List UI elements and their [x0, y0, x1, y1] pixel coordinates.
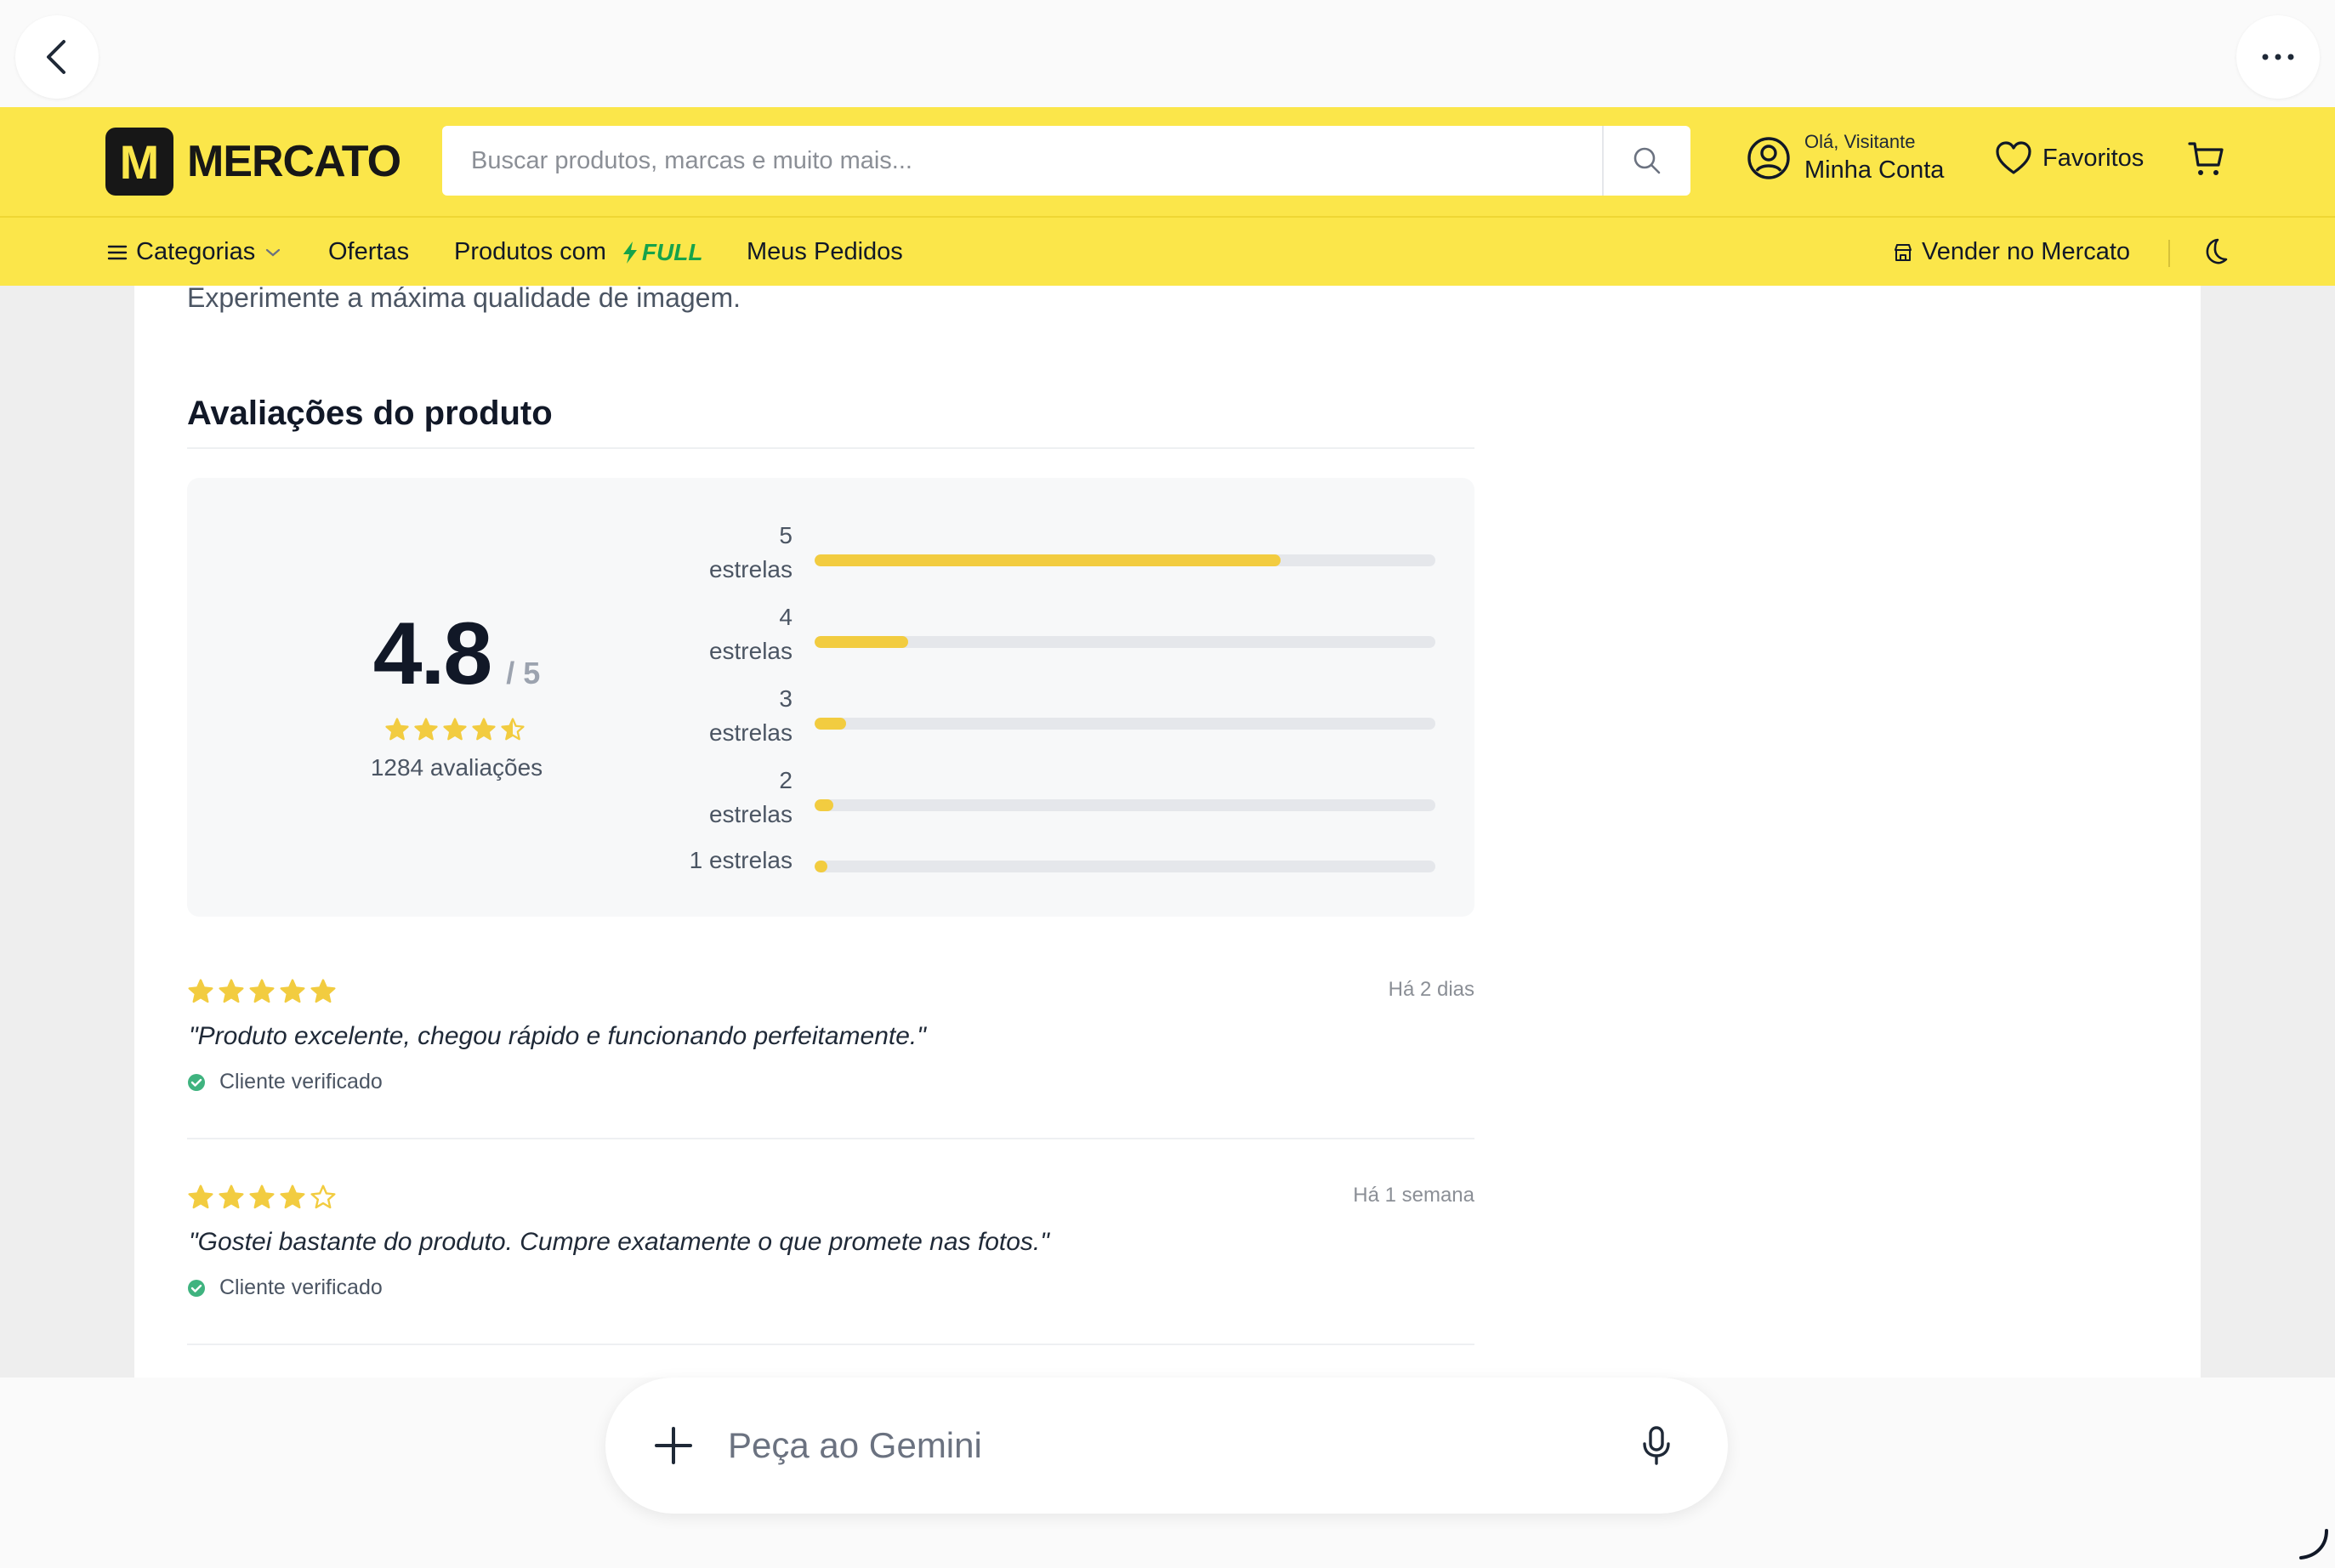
favorites-label: Favoritos	[2042, 144, 2145, 172]
gemini-input[interactable]	[728, 1408, 1578, 1483]
distribution-bar	[815, 554, 1435, 566]
microphone-button[interactable]	[1639, 1425, 1673, 1470]
full-badge: FULL	[622, 238, 703, 266]
nav-divider	[2168, 240, 2170, 267]
distribution-label: 1 estrelas	[689, 847, 793, 873]
distribution-bar-fill	[815, 554, 1281, 566]
verified-label: Cliente verificado	[219, 1275, 383, 1299]
distribution-bar-fill	[815, 718, 846, 730]
products-full-label: Produtos com	[454, 238, 606, 265]
nav-sell[interactable]: Vender no Mercato	[1893, 238, 2130, 266]
logo-text: MERCATO	[187, 137, 401, 186]
distribution-bar	[815, 799, 1435, 811]
distribution-label: 5 estrelas	[708, 522, 793, 582]
verified-badge: Cliente verificado	[187, 1070, 383, 1094]
review-date: Há 1 semana	[1353, 1184, 1474, 1207]
star-filled-icon	[249, 1185, 275, 1209]
sell-label: Vender no Mercato	[1922, 238, 2131, 265]
distribution-label: 3 estrelas	[708, 685, 793, 746]
check-circle-icon	[188, 1279, 205, 1297]
account-label: Minha Conta	[1804, 156, 1945, 184]
resize-handle-icon	[2296, 1527, 2330, 1565]
rating-distribution: 5 estrelas 4 estrelas 3 estrelas 2 estre…	[187, 478, 1474, 917]
star-empty-icon	[310, 1185, 336, 1209]
review-text: "Produto excelente, chegou rápido e func…	[189, 1022, 926, 1050]
microphone-icon	[1643, 1426, 1670, 1465]
distribution-bar	[815, 718, 1435, 730]
user-circle-icon	[1747, 136, 1790, 179]
logo-badge: M	[105, 128, 173, 196]
add-attachment-button[interactable]	[650, 1422, 697, 1474]
rating-summary: 4.8 / 5 1284 avaliações 5 estrelas 4 est…	[187, 478, 1474, 917]
full-badge-text: FULL	[641, 238, 703, 265]
distribution-bar-fill	[815, 636, 908, 648]
distribution-bar	[815, 636, 1435, 648]
gemini-prompt-bar	[605, 1378, 1728, 1514]
menu-icon	[107, 245, 128, 259]
shopping-cart-icon	[2188, 142, 2224, 175]
star-filled-icon	[188, 1185, 213, 1209]
favorites-link[interactable]: Favoritos	[1995, 141, 2144, 175]
product-description: Experimente a máxima qualidade de imagem…	[187, 286, 741, 313]
verified-badge: Cliente verificado	[187, 1275, 383, 1300]
star-filled-icon	[280, 1185, 305, 1209]
distribution-label: 2 estrelas	[708, 767, 793, 827]
lightning-icon	[622, 241, 637, 264]
star-filled-icon	[249, 979, 275, 1003]
star-filled-icon	[280, 979, 305, 1003]
theme-toggle[interactable]	[2199, 236, 2230, 271]
logo[interactable]: M MERCATO	[105, 127, 401, 196]
site-header: M MERCATO Olá, Visitante Minha Conta Fav…	[0, 107, 2335, 216]
search-button[interactable]	[1602, 126, 1690, 196]
categories-label: Categorias	[136, 238, 256, 265]
plus-icon	[655, 1427, 692, 1464]
star-filled-icon	[219, 979, 244, 1003]
account-link[interactable]: Olá, Visitante Minha Conta	[1747, 133, 1944, 183]
more-horizontal-icon	[2262, 54, 2294, 60]
back-button[interactable]	[15, 15, 99, 99]
star-filled-icon	[310, 979, 336, 1003]
heart-icon	[1996, 141, 2031, 174]
nav-offers[interactable]: Ofertas	[328, 238, 409, 266]
nav-my-orders[interactable]: Meus Pedidos	[747, 238, 903, 266]
search-icon	[1633, 147, 1661, 174]
moon-icon	[2206, 238, 2228, 264]
review-stars	[187, 1184, 340, 1211]
distribution-bar	[815, 861, 1435, 872]
cart-button[interactable]	[2187, 139, 2226, 183]
review-stars	[187, 978, 340, 1005]
check-circle-icon	[188, 1073, 205, 1091]
distribution-label: 4 estrelas	[708, 604, 793, 664]
account-greeting: Olá, Visitante	[1804, 131, 1916, 152]
category-nav: Categorias Ofertas Produtos com FULL Meu…	[0, 216, 2335, 286]
review-text: "Gostei bastante do produto. Cumpre exat…	[189, 1228, 1049, 1256]
chevron-left-icon	[47, 40, 65, 74]
more-options-button[interactable]	[2236, 15, 2320, 99]
star-filled-icon	[188, 979, 213, 1003]
star-filled-icon	[219, 1185, 244, 1209]
chevron-down-icon	[266, 248, 281, 256]
categories-menu[interactable]: Categorias	[107, 238, 282, 266]
review-date: Há 2 dias	[1388, 978, 1474, 1001]
review-divider	[187, 1344, 1474, 1345]
search-input[interactable]	[442, 126, 1602, 196]
distribution-bar-fill	[815, 861, 827, 872]
store-icon	[1895, 243, 1912, 261]
search-bar	[442, 126, 1690, 196]
reviews-section-title: Avaliações do produto	[187, 395, 553, 432]
nav-products-full[interactable]: Produtos com FULL	[454, 238, 702, 266]
verified-label: Cliente verificado	[219, 1070, 383, 1094]
product-card: Experimente a máxima qualidade de imagem…	[134, 286, 2201, 1378]
review-divider	[187, 1138, 1474, 1139]
browser-top-bar	[0, 0, 2335, 107]
section-divider	[187, 447, 1474, 449]
distribution-bar-fill	[815, 799, 833, 811]
